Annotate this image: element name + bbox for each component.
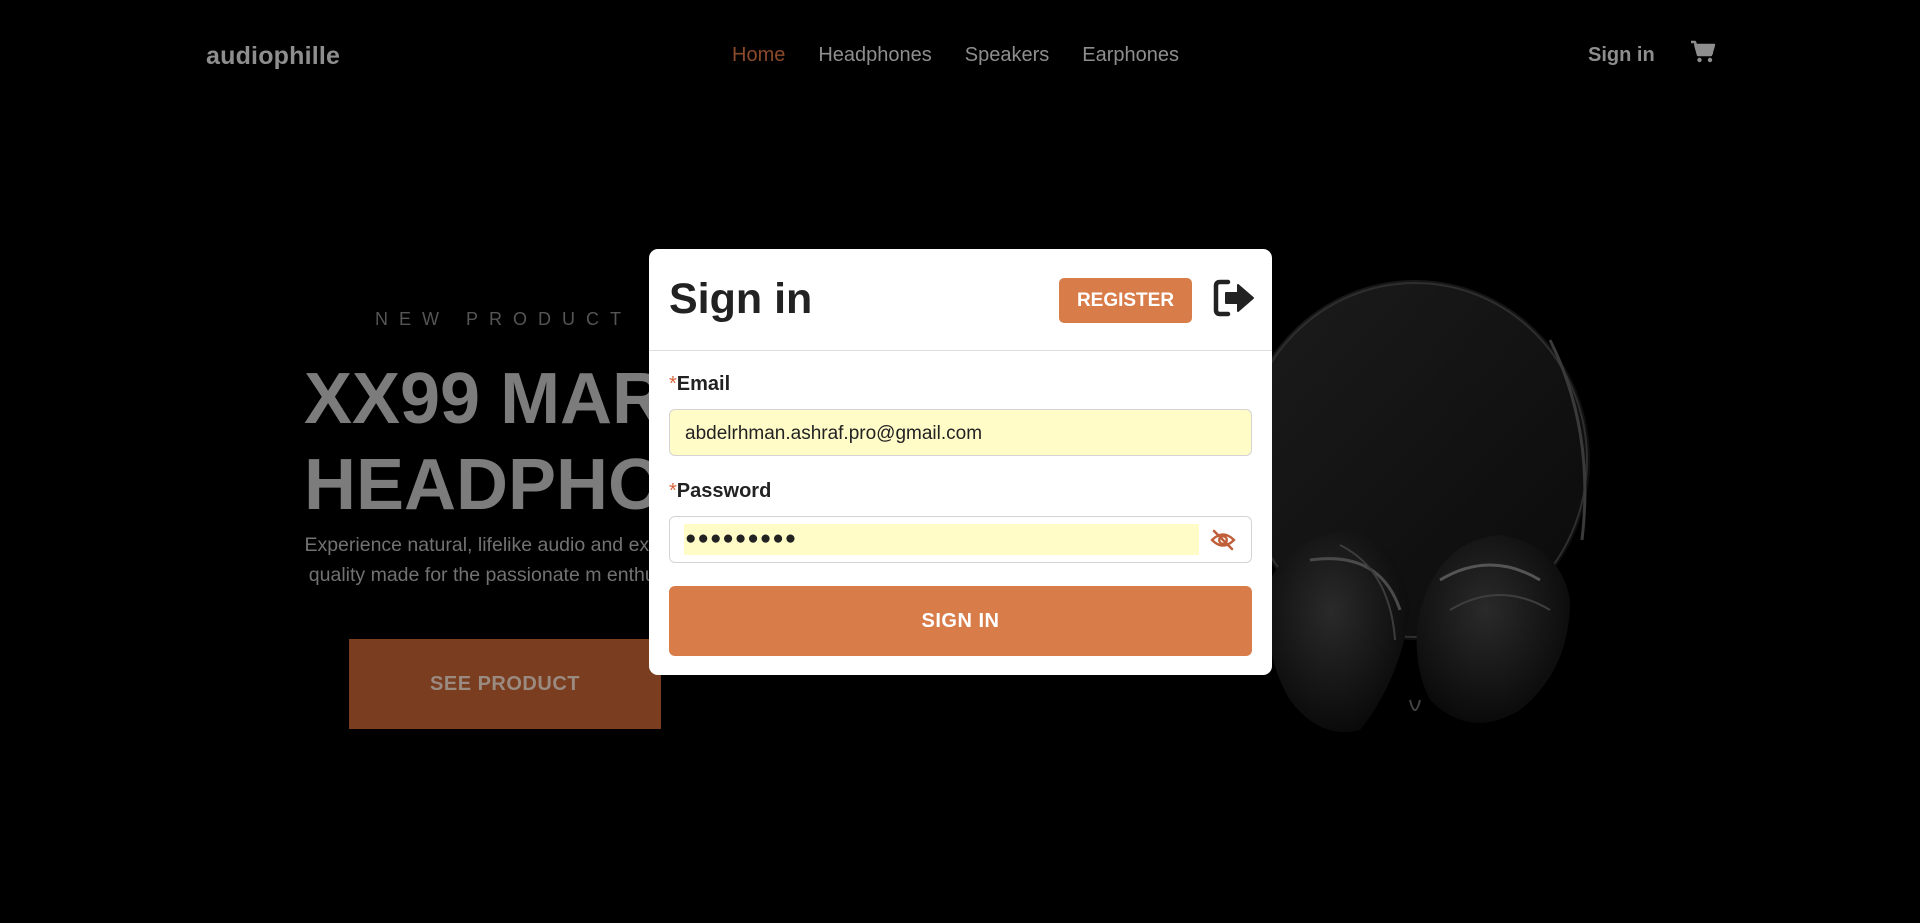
email-label: *Email bbox=[669, 373, 730, 396]
cart-icon[interactable] bbox=[1690, 40, 1716, 64]
hero-overline: NEW PRODUCT bbox=[375, 309, 632, 329]
email-field[interactable]: abdelrhman.ashraf.pro@gmail.com bbox=[669, 409, 1252, 456]
password-value: ●●●●●●●●● bbox=[685, 528, 798, 549]
email-label-text: Email bbox=[676, 373, 731, 395]
logout-icon[interactable] bbox=[1212, 278, 1256, 318]
signin-submit-button[interactable]: SIGN IN bbox=[669, 586, 1252, 656]
modal-header: Sign in REGISTER bbox=[649, 249, 1272, 351]
nav-link-earphones[interactable]: Earphones bbox=[1082, 44, 1179, 67]
eye-off-icon[interactable] bbox=[1210, 528, 1236, 552]
nav-link-home[interactable]: Home bbox=[732, 44, 785, 67]
email-value: abdelrhman.ashraf.pro@gmail.com bbox=[685, 423, 983, 444]
nav-links: Home Headphones Speakers Earphones bbox=[732, 44, 1212, 67]
password-label: *Password bbox=[669, 480, 771, 503]
nav-signin-link[interactable]: Sign in bbox=[1588, 44, 1655, 67]
nav-link-headphones[interactable]: Headphones bbox=[818, 44, 931, 67]
password-label-text: Password bbox=[676, 480, 772, 502]
required-mark: * bbox=[669, 373, 677, 395]
headphones-image bbox=[1250, 280, 1590, 732]
register-button[interactable]: REGISTER bbox=[1059, 278, 1192, 323]
required-mark: * bbox=[669, 480, 677, 502]
navbar: audiophille Home Headphones Speakers Ear… bbox=[0, 0, 1920, 110]
logo[interactable]: audiophille bbox=[206, 42, 340, 71]
nav-link-speakers[interactable]: Speakers bbox=[965, 44, 1050, 67]
password-field[interactable]: ●●●●●●●●● bbox=[669, 516, 1252, 563]
modal-title: Sign in bbox=[669, 275, 813, 323]
see-product-button[interactable]: SEE PRODUCT bbox=[349, 639, 661, 729]
signin-modal: Sign in REGISTER *Email abdelrhman.ashra… bbox=[649, 249, 1272, 675]
